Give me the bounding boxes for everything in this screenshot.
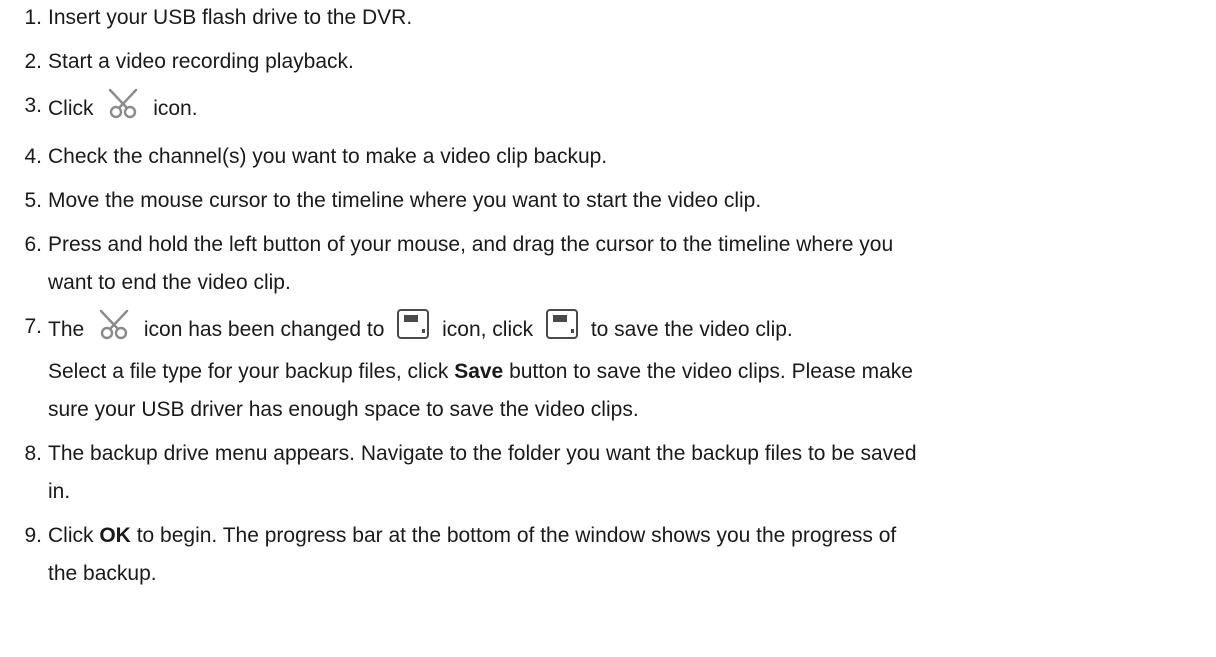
- step-text: Check the channel(s) you want to make a …: [48, 145, 608, 168]
- save-icon: [396, 308, 430, 353]
- step-6: 6. Press and hold the left button of you…: [0, 226, 1216, 302]
- instruction-list: 1. Insert your USB flash drive to the DV…: [0, 0, 1216, 599]
- scissors-icon: [105, 87, 141, 132]
- step-text-b: icon has been changed to: [143, 318, 385, 342]
- step-4: 4. Check the channel(s) you want to make…: [0, 138, 1216, 176]
- step-number: 9.: [24, 524, 42, 547]
- step-text-line2: the backup.: [48, 562, 157, 585]
- step-text-a: The: [48, 318, 85, 342]
- step-number: 3.: [24, 94, 42, 117]
- scissors-icon: [96, 308, 132, 353]
- step-number: 6.: [24, 233, 42, 256]
- ok-label: OK: [99, 524, 131, 547]
- step-subtext-line2: sure your USB driver has enough space to…: [48, 398, 639, 421]
- step-text: Insert your USB flash drive to the DVR.: [48, 6, 413, 29]
- step-5: 5. Move the mouse cursor to the timeline…: [0, 182, 1216, 220]
- step-subtext-line1: Select a file type for your backup files…: [48, 353, 1216, 391]
- step-9: 9. Click OK to begin. The progress bar a…: [0, 517, 1216, 593]
- step-number: 8.: [24, 442, 42, 465]
- step-text: Move the mouse cursor to the timeline wh…: [48, 189, 762, 212]
- step-number: 1.: [24, 6, 42, 29]
- step-text-line1: Click OK to begin. The progress bar at t…: [48, 517, 1216, 555]
- step-text-line1: Press and hold the left button of your m…: [48, 233, 894, 256]
- step-2: 2. Start a video recording playback.: [0, 43, 1216, 81]
- step-text-line1: The backup drive menu appears. Navigate …: [48, 442, 917, 465]
- step-3: 3. Click icon.: [0, 87, 1216, 132]
- step-text-line2: in.: [48, 480, 71, 503]
- save-label: Save: [454, 360, 504, 383]
- step-text-line2: want to end the video clip.: [48, 271, 291, 294]
- step-1: 1. Insert your USB flash drive to the DV…: [0, 0, 1216, 37]
- step-8: 8. The backup drive menu appears. Naviga…: [0, 435, 1216, 511]
- step-text: Start a video recording playback.: [48, 50, 354, 73]
- step-text-pre: Click: [48, 524, 94, 547]
- step-number: 7.: [24, 315, 42, 338]
- step-text-c: icon, click: [442, 318, 534, 342]
- step-number: 4.: [24, 145, 42, 168]
- save-icon: [545, 308, 579, 353]
- step-text-post: to begin. The progress bar at the bottom…: [136, 524, 897, 547]
- step-text-d: to save the video clip.: [590, 318, 793, 342]
- step-subtext-post: button to save the video clips. Please m…: [509, 360, 913, 383]
- step-7: 7. The icon has been changed to icon, cl…: [0, 308, 1216, 429]
- step-text-post: icon.: [153, 97, 198, 121]
- step-number: 2.: [24, 50, 42, 73]
- step-text-line1: The icon has been changed to icon, click…: [48, 308, 1216, 353]
- step-number: 5.: [24, 189, 42, 212]
- step-subtext-pre: Select a file type for your backup files…: [48, 360, 449, 383]
- step-text-pre: Click: [48, 97, 94, 121]
